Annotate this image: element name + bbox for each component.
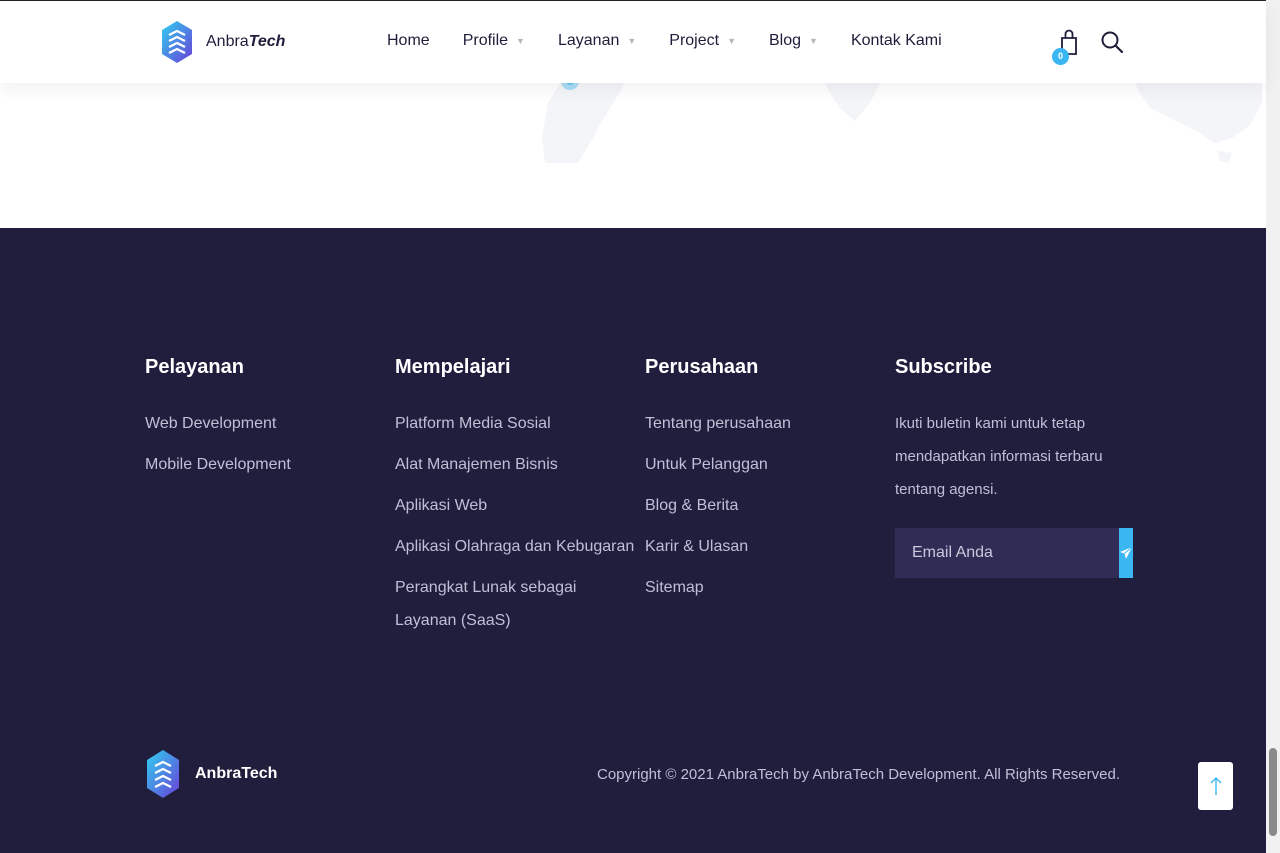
cart-button[interactable]: 0 [1052, 28, 1080, 68]
site-header: AnbraTech Home Profile ▼ Layanan ▼ Project… [0, 0, 1266, 83]
footer-link-alat-manajemen-bisnis[interactable]: Alat Manajemen Bisnis [395, 448, 634, 481]
anbratech-logo-icon [147, 750, 179, 798]
footer-col-pelayanan: Pelayanan Web Development Mobile Develop… [145, 356, 291, 489]
footer-link-aplikasi-olahraga[interactable]: Aplikasi Olahraga dan Kebugaran [395, 530, 634, 563]
site-footer: Pelayanan Web Development Mobile Develop… [0, 228, 1266, 853]
caret-down-icon: ▼ [516, 36, 525, 46]
caret-down-icon: ▼ [809, 36, 818, 46]
world-map-decoration [0, 83, 1266, 228]
footer-link-mobile-development[interactable]: Mobile Development [145, 448, 291, 481]
back-to-top-button[interactable] [1198, 762, 1233, 810]
footer-link-list: Web Development Mobile Development [145, 407, 291, 481]
subscribe-description: Ikuti buletin kami untuk tetap mendapatk… [895, 415, 1103, 498]
search-icon[interactable] [1100, 30, 1124, 56]
footer-col-mempelajari: Mempelajari Platform Media Sosial Alat M… [395, 356, 634, 645]
caret-down-icon: ▼ [627, 36, 637, 46]
footer-link-list: Tentang perusahaan Untuk Pelanggan Blog … [645, 407, 791, 604]
anbratech-logo-icon [162, 21, 192, 63]
email-field[interactable] [895, 528, 1119, 578]
copyright-text: Copyright © 2021 AnbraTech by AnbraTech … [596, 766, 1120, 783]
caret-down-icon: ▼ [727, 36, 736, 46]
footer-col-subscribe: Subscribe Ikuti buletin kami untuk tetap… [895, 356, 1133, 578]
footer-link-aplikasi-web[interactable]: Aplikasi Web [395, 489, 634, 522]
cart-count-badge: 0 [1052, 48, 1069, 65]
nav-layanan[interactable]: Layanan ▼ [558, 32, 636, 50]
footer-link-web-development[interactable]: Web Development [145, 407, 291, 440]
nav-blog[interactable]: Blog ▼ [769, 32, 818, 50]
footer-col-title: Subscribe [895, 356, 992, 378]
footer-link-blog-berita[interactable]: Blog & Berita [645, 489, 791, 522]
nav-project[interactable]: Project ▼ [669, 32, 736, 50]
main-nav: Home Profile ▼ Layanan ▼ Project ▼ Blog ▼ Ko… [387, 32, 975, 50]
footer-link-list: Platform Media Sosial Alat Manajemen Bis… [395, 407, 634, 637]
world-map-shapes [542, 83, 1262, 163]
footer-link-saas[interactable]: Perangkat Lunak sebagai Layanan (SaaS) [395, 571, 615, 637]
footer-brand[interactable]: AnbraTech [145, 748, 277, 800]
subscribe-form [895, 528, 1133, 578]
arrow-up-icon [1210, 777, 1221, 795]
footer-link-untuk-pelanggan[interactable]: Untuk Pelanggan [645, 448, 791, 481]
footer-link-karir-ulasan[interactable]: Karir & Ulasan [645, 530, 791, 563]
paper-plane-icon [1120, 546, 1133, 559]
footer-col-title: Mempelajari [395, 356, 511, 378]
footer-link-tentang-perusahaan[interactable]: Tentang perusahaan [645, 407, 791, 440]
nav-home[interactable]: Home [387, 32, 430, 50]
brand-name: AnbraTech [206, 33, 286, 50]
nav-profile[interactable]: Profile ▼ [463, 32, 525, 50]
subscribe-button[interactable] [1119, 528, 1133, 578]
footer-link-platform-media-sosial[interactable]: Platform Media Sosial [395, 407, 634, 440]
footer-link-sitemap[interactable]: Sitemap [645, 571, 791, 604]
footer-col-title: Pelayanan [145, 356, 244, 378]
brand-logo-link[interactable]: AnbraTech [160, 19, 285, 65]
nav-kontak-kami[interactable]: Kontak Kami [851, 32, 942, 50]
footer-col-perusahaan: Perusahaan Tentang perusahaan Untuk Pela… [645, 356, 791, 612]
scrollbar-thumb[interactable] [1269, 748, 1277, 836]
footer-col-title: Perusahaan [645, 356, 759, 378]
page-scrollbar[interactable] [1266, 0, 1280, 853]
footer-brand-name: AnbraTech [195, 765, 278, 782]
